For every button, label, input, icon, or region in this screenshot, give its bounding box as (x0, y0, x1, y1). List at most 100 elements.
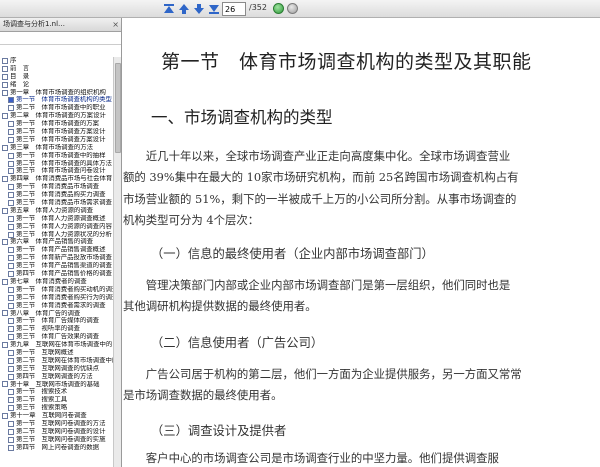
bookmark-item[interactable]: 序 (0, 57, 114, 65)
bookmark-icon (8, 389, 14, 396)
bookmark-label: 第三节 体育广告效果的调查 (16, 333, 100, 341)
bookmark-label: 第一节 体育广告媒体的调查 (16, 317, 100, 325)
bookmark-item[interactable]: 第二节 体育市场调查方案设计 (0, 128, 114, 136)
bookmark-item[interactable]: 第三节 体育市场调查问卷设计 (0, 167, 114, 175)
bookmark-item[interactable]: 第七章 体育消费者的调查 (0, 278, 114, 286)
bookmark-label: 第三节 体育产品销售渠道的调查 (16, 262, 112, 270)
bookmark-item[interactable]: 第二节 互联网在体育市场调查中的 (0, 357, 114, 365)
bookmark-item[interactable]: 第三节 搜索策略 (0, 404, 114, 412)
paragraph-3: 广告公司居于机构的第二层，他们一方面为企业提供服务，另一方面又常常 是市场调查数据… (123, 364, 600, 407)
bookmark-item[interactable]: 第十一章 互联网问卷调查 (0, 412, 114, 420)
bookmark-item[interactable]: 第一节 体育广告媒体的调查 (0, 317, 114, 325)
text-line: 市场营业额的 51%，剩下的一半被成千上万的小公司所分割。从事市场调查的 (123, 191, 517, 206)
bookmark-item[interactable]: 第四节 互联网调查的方法 (0, 373, 114, 381)
bookmark-item[interactable]: 第三节 体育人力资源状况的分析 (0, 231, 114, 239)
bookmark-icon (8, 223, 14, 230)
bookmark-icon (2, 73, 8, 80)
bookmark-item[interactable]: 第三节 体育消费品市场需求调查 (0, 199, 114, 207)
bookmark-icon (8, 199, 14, 206)
text-line: 机构类型可分为 4个层次： (123, 212, 260, 227)
bookmark-item[interactable]: 第二章 体育市场调查的方案设计 (0, 112, 114, 120)
bookmark-label: 第二节 体育人力资源的调查内容 (16, 222, 112, 230)
bookmark-item[interactable]: 前 言 (0, 65, 114, 73)
bookmark-item[interactable]: 第二节 体育市场调查中的职业 (0, 104, 114, 112)
bookmark-item[interactable]: 第三节 体育广告效果的调查 (0, 333, 114, 341)
bookmark-item[interactable]: 第二节 视听率的调查 (0, 325, 114, 333)
bookmark-label: 绪 论 (10, 80, 30, 88)
bookmark-item[interactable]: 第三节 体育市场调查方案设计 (0, 136, 114, 144)
next-page-icon[interactable] (192, 2, 206, 16)
bookmark-item[interactable]: 第四章 体育消费品市场与社会体育 (0, 175, 114, 183)
text-line: 客户中心的市场调查公司是市场调查行业的中坚力量。他们提供调查服 (123, 451, 499, 465)
bookmark-item[interactable]: 第一节 体育消费品市场调查 (0, 183, 114, 191)
close-icon[interactable]: × (112, 18, 119, 31)
bookmark-icon (2, 65, 8, 72)
bookmark-item[interactable]: 第二节 体育市场调查的具体方法 (0, 160, 114, 168)
section-heading: 一、市场调查机构的类型 (151, 108, 333, 127)
bookmark-item[interactable]: 第四节 体育产品销售价格的调查 (0, 270, 114, 278)
bookmark-item[interactable]: 第四节 网上问卷调查的数据 (0, 444, 114, 452)
bookmark-icon (8, 97, 14, 104)
bookmark-label: 第四节 体育产品销售价格的调查 (16, 270, 112, 278)
bookmark-label: 第一节 搜索技术 (16, 388, 68, 396)
bookmark-item[interactable]: 第一节 体育市场调查中的抽样 (0, 152, 114, 160)
bookmark-item[interactable]: 第三节 体育消费者需求的调查 (0, 302, 114, 310)
go-button-icon[interactable] (273, 3, 284, 14)
bookmark-item[interactable]: 第一节 体育市场调查的方案 (0, 120, 114, 128)
bookmark-item[interactable]: 目 录 (0, 73, 114, 81)
previous-page-icon[interactable] (177, 2, 191, 16)
bookmark-item[interactable]: 第九章 互联网在体育市场调查中的 (0, 341, 114, 349)
page-title: 第一节 体育市场调查机构的类型及其职能 (161, 51, 532, 73)
bookmark-icon (8, 128, 14, 135)
bookmark-item[interactable]: 第二节 体育消费品购买力调查 (0, 191, 114, 199)
bookmark-label: 第三章 体育市场调查的方法 (10, 143, 94, 151)
bookmark-label: 第八章 体育广告的调查 (10, 309, 81, 317)
last-page-icon[interactable] (207, 2, 221, 16)
bookmark-label: 第一节 互联网问卷调查的方法 (16, 419, 106, 427)
bookmark-item[interactable]: 第一节 体育市场调查机构的类型 (0, 96, 114, 104)
bookmark-item[interactable]: 第三节 体育产品销售渠道的调查 (0, 262, 114, 270)
bookmark-item[interactable]: 第三节 互联网问卷调查的实施 (0, 436, 114, 444)
bookmark-item[interactable]: 第三章 体育市场调查的方法 (0, 144, 114, 152)
sidebar-tab[interactable]: 场调查与分析1.nl… × (0, 18, 121, 32)
bookmark-item[interactable]: 第六章 体育产品销售的调查 (0, 238, 114, 246)
bookmark-item[interactable]: 第一节 体育产品销售调查概述 (0, 246, 114, 254)
bookmark-icon (8, 184, 14, 191)
stop-button-icon[interactable] (287, 3, 298, 14)
bookmark-item[interactable]: 第二节 体育新产品投放市场调查 (0, 254, 114, 262)
bookmark-item[interactable]: 第一节 搜索技术 (0, 388, 114, 396)
bookmark-label: 第三节 体育市场调查问卷设计 (16, 167, 106, 175)
bookmark-item[interactable]: 第二节 搜索工具 (0, 396, 114, 404)
bookmark-icon (8, 357, 14, 364)
bookmark-icon (2, 113, 8, 120)
bookmark-icon (2, 207, 8, 214)
bookmark-icon (8, 428, 14, 435)
bookmark-item[interactable]: 第一节 体育消费者购买动机的调查 (0, 286, 114, 294)
bookmark-item[interactable]: 第一章 体育市场调查的组织机构 (0, 89, 114, 97)
bookmark-item[interactable]: 绪 论 (0, 81, 114, 89)
bookmark-label: 第三节 搜索策略 (16, 404, 68, 412)
bookmark-item[interactable]: 第二节 互联网问卷调查的设计 (0, 428, 114, 436)
paragraph-4: 客户中心的市场调查公司是市场调查行业的中坚力量。他们提供调查服 (123, 448, 600, 467)
bookmark-item[interactable]: 第一节 互联网概述 (0, 349, 114, 357)
first-page-icon[interactable] (162, 2, 176, 16)
text-line: 是市场调查数据的最终使用者。 (123, 388, 283, 403)
bookmark-item[interactable]: 第一节 体育人力资源调查概述 (0, 215, 114, 223)
bookmark-label: 第三节 体育市场调查方案设计 (16, 135, 106, 143)
bookmark-item[interactable]: 第十章 互联网市场调查的基础 (0, 381, 114, 389)
bookmark-item[interactable]: 第五章 体育人力资源的调查 (0, 207, 114, 215)
bookmark-item[interactable]: 第八章 体育广告的调查 (0, 310, 114, 318)
bookmark-label: 第一章 体育市场调查的组织机构 (10, 88, 106, 96)
bookmark-label: 第三节 互联网问卷调查的实施 (16, 435, 106, 443)
sidebar-scrollbar[interactable] (113, 57, 121, 467)
page-number-input[interactable] (222, 2, 246, 16)
bookmark-icon (8, 365, 14, 372)
bookmark-item[interactable]: 第二节 体育消费者购买行为的调查 (0, 294, 114, 302)
bookmark-label: 第二节 体育市场调查中的职业 (16, 104, 106, 112)
scrollbar-thumb[interactable] (115, 63, 121, 153)
bookmark-label: 第三节 体育人力资源状况的分析 (16, 230, 112, 238)
bookmark-icon (2, 342, 8, 348)
bookmark-item[interactable]: 第一节 互联网问卷调查的方法 (0, 420, 114, 428)
bookmark-item[interactable]: 第三节 互联网调查的优缺点 (0, 365, 114, 373)
bookmark-item[interactable]: 第二节 体育人力资源的调查内容 (0, 223, 114, 231)
